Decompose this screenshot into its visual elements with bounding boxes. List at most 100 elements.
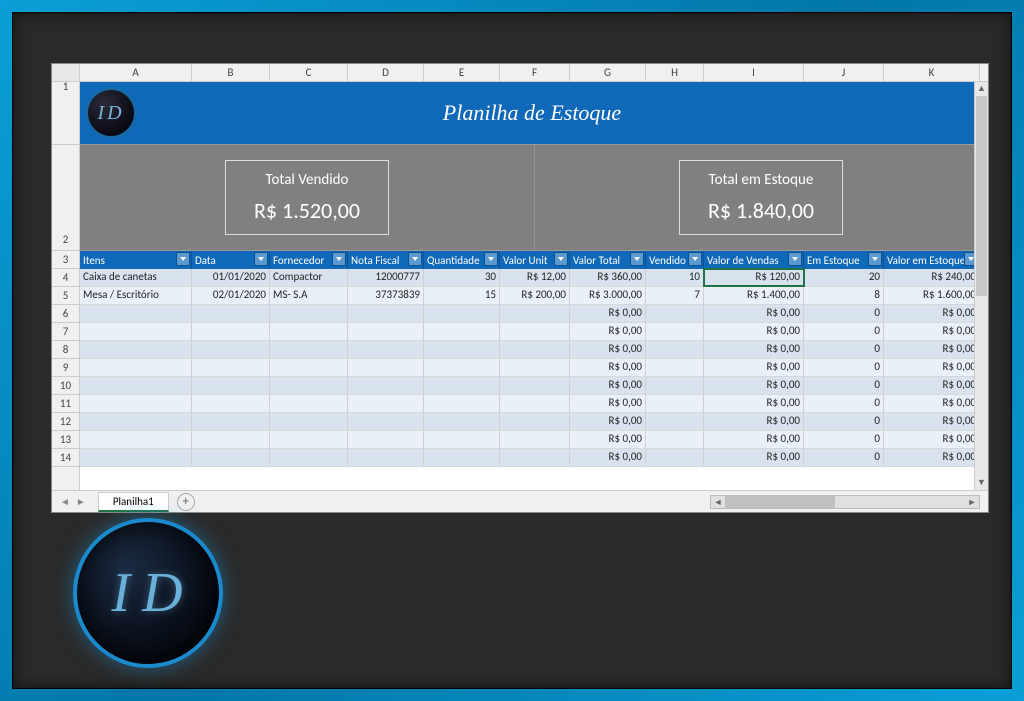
table-row[interactable]: R$ 0,00R$ 0,000R$ 0,00: [80, 323, 988, 341]
cell[interactable]: [270, 449, 348, 466]
cell[interactable]: [80, 395, 192, 412]
cell[interactable]: [270, 377, 348, 394]
cell[interactable]: [646, 305, 704, 322]
column-header-G[interactable]: G: [570, 64, 646, 81]
cell[interactable]: 0: [804, 305, 884, 322]
row-header-5[interactable]: 5: [52, 287, 79, 305]
column-header-K[interactable]: K: [884, 64, 980, 81]
vertical-scrollbar[interactable]: ▲ ▼: [974, 82, 988, 490]
cell[interactable]: [80, 413, 192, 430]
cell[interactable]: [348, 359, 424, 376]
cell[interactable]: 0: [804, 413, 884, 430]
cell[interactable]: 30: [424, 269, 500, 286]
scroll-up-arrow[interactable]: ▲: [975, 82, 988, 96]
cell[interactable]: R$ 200,00: [500, 287, 570, 304]
cell[interactable]: [270, 431, 348, 448]
cell[interactable]: R$ 0,00: [570, 305, 646, 322]
header-valor-total[interactable]: Valor Total: [570, 251, 646, 269]
header-quantidade[interactable]: Quantidade: [424, 251, 500, 269]
row-header-12[interactable]: 12: [52, 413, 79, 431]
cell[interactable]: [348, 323, 424, 340]
cell[interactable]: R$ 0,00: [884, 377, 980, 394]
cell[interactable]: Caixa de canetas: [80, 269, 192, 286]
cell[interactable]: R$ 0,00: [884, 341, 980, 358]
cell[interactable]: R$ 0,00: [884, 323, 980, 340]
scroll-right-arrow[interactable]: ►: [965, 497, 979, 508]
cell[interactable]: R$ 0,00: [884, 305, 980, 322]
cell[interactable]: 37373839: [348, 287, 424, 304]
cell[interactable]: [80, 449, 192, 466]
cell[interactable]: [192, 341, 270, 358]
cell[interactable]: 0: [804, 377, 884, 394]
column-header-J[interactable]: J: [804, 64, 884, 81]
cell[interactable]: [348, 449, 424, 466]
cell[interactable]: [270, 341, 348, 358]
header-vendido[interactable]: Vendido: [646, 251, 704, 269]
cell[interactable]: [500, 395, 570, 412]
filter-dropdown-icon[interactable]: [630, 252, 644, 266]
cell[interactable]: R$ 0,00: [884, 413, 980, 430]
cell[interactable]: [500, 341, 570, 358]
cell[interactable]: 12000777: [348, 269, 424, 286]
cell[interactable]: R$ 0,00: [570, 413, 646, 430]
cell[interactable]: R$ 0,00: [704, 395, 804, 412]
cell[interactable]: R$ 120,00: [704, 269, 804, 286]
cell[interactable]: [424, 377, 500, 394]
row-header-8[interactable]: 8: [52, 341, 79, 359]
cell[interactable]: [424, 359, 500, 376]
column-header-A[interactable]: A: [80, 64, 192, 81]
cell[interactable]: 8: [804, 287, 884, 304]
filter-dropdown-icon[interactable]: [788, 252, 802, 266]
cell[interactable]: R$ 240,00: [884, 269, 980, 286]
table-row[interactable]: R$ 0,00R$ 0,000R$ 0,00: [80, 305, 988, 323]
tab-nav[interactable]: ◄►: [60, 495, 86, 508]
cell[interactable]: [192, 323, 270, 340]
cell[interactable]: [192, 377, 270, 394]
cell[interactable]: R$ 360,00: [570, 269, 646, 286]
cell[interactable]: [646, 377, 704, 394]
cell[interactable]: [646, 341, 704, 358]
cell[interactable]: [646, 449, 704, 466]
header-valor-de-vendas[interactable]: Valor de Vendas: [704, 251, 804, 269]
cell[interactable]: [424, 413, 500, 430]
filter-dropdown-icon[interactable]: [332, 252, 346, 266]
table-row[interactable]: Mesa / Escritório02/01/2020MS- S.A373738…: [80, 287, 988, 305]
cell[interactable]: 0: [804, 341, 884, 358]
row-header-13[interactable]: 13: [52, 431, 79, 449]
cell[interactable]: [270, 359, 348, 376]
cell[interactable]: [192, 431, 270, 448]
cell[interactable]: R$ 0,00: [570, 431, 646, 448]
cell[interactable]: R$ 0,00: [704, 449, 804, 466]
cell[interactable]: R$ 12,00: [500, 269, 570, 286]
select-all-corner[interactable]: [52, 64, 80, 81]
cell[interactable]: [192, 359, 270, 376]
row-header-7[interactable]: 7: [52, 323, 79, 341]
cell[interactable]: [348, 377, 424, 394]
cell[interactable]: [80, 359, 192, 376]
cell[interactable]: 01/01/2020: [192, 269, 270, 286]
cell[interactable]: 10: [646, 269, 704, 286]
scroll-down-arrow[interactable]: ▼: [975, 476, 988, 490]
cell[interactable]: [646, 359, 704, 376]
row-header-11[interactable]: 11: [52, 395, 79, 413]
cell[interactable]: 02/01/2020: [192, 287, 270, 304]
table-row[interactable]: Caixa de canetas01/01/2020Compactor12000…: [80, 269, 988, 287]
cell[interactable]: [424, 341, 500, 358]
cell[interactable]: R$ 0,00: [884, 449, 980, 466]
cell[interactable]: R$ 0,00: [704, 323, 804, 340]
cell[interactable]: R$ 0,00: [570, 341, 646, 358]
header-fornecedor[interactable]: Fornecedor: [270, 251, 348, 269]
cell[interactable]: R$ 0,00: [570, 359, 646, 376]
cell[interactable]: [348, 305, 424, 322]
cell[interactable]: [500, 323, 570, 340]
cell[interactable]: [424, 431, 500, 448]
filter-dropdown-icon[interactable]: [688, 252, 702, 266]
table-row[interactable]: R$ 0,00R$ 0,000R$ 0,00: [80, 395, 988, 413]
column-header-B[interactable]: B: [192, 64, 270, 81]
add-sheet-button[interactable]: +: [177, 493, 195, 511]
cell[interactable]: [500, 449, 570, 466]
cell[interactable]: [192, 395, 270, 412]
horizontal-scrollbar[interactable]: ◄ ►: [710, 495, 980, 509]
table-row[interactable]: R$ 0,00R$ 0,000R$ 0,00: [80, 431, 988, 449]
cell[interactable]: R$ 0,00: [704, 431, 804, 448]
